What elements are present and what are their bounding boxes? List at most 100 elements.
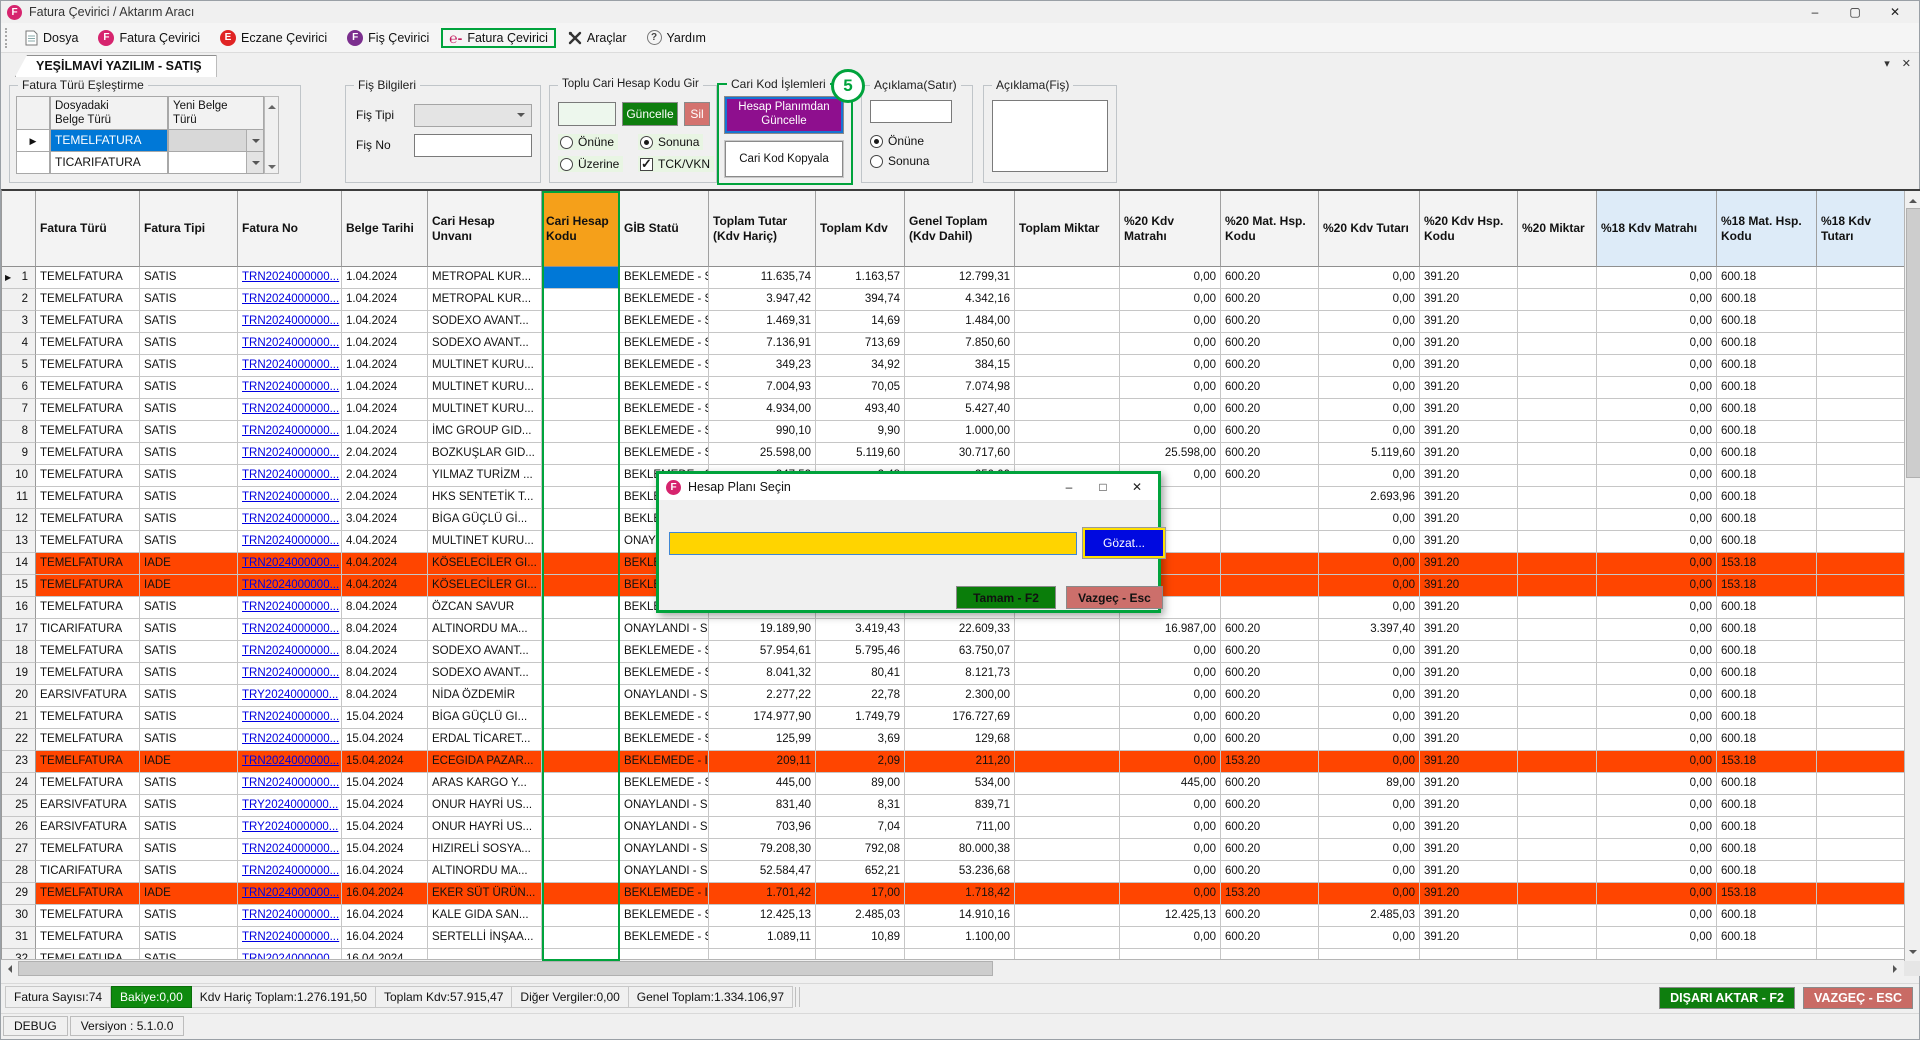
cell-m20[interactable]: 445,00: [1120, 773, 1221, 795]
cell-m18[interactable]: 0,00: [1597, 421, 1717, 443]
cell-turu[interactable]: TEMELFATURA: [36, 663, 140, 685]
cell-no[interactable]: TRN2024000000...: [238, 663, 342, 685]
cell-t20[interactable]: 0,00: [1319, 795, 1420, 817]
cell-mk18[interactable]: 600.18: [1717, 663, 1817, 685]
cell-t20[interactable]: 0,00: [1319, 421, 1420, 443]
cell-unvan[interactable]: METROPAL KUR...: [428, 267, 542, 289]
menu-item-eczane-evirici-2[interactable]: EEczane Çevirici: [212, 27, 335, 49]
cell-turu[interactable]: TEMELFATURA: [36, 487, 140, 509]
cell-m20[interactable]: 0,00: [1120, 663, 1221, 685]
cell-tipi[interactable]: SATIS: [140, 707, 238, 729]
cell-hk20[interactable]: 391.20: [1420, 443, 1518, 465]
cell-t20[interactable]: 0,00: [1319, 575, 1420, 597]
cell-mi20[interactable]: [1518, 619, 1597, 641]
cell-statu[interactable]: ONAYLANDI - S...: [620, 619, 709, 641]
cell-turu[interactable]: TICARIFATURA: [36, 861, 140, 883]
cell-m20[interactable]: 0,00: [1120, 377, 1221, 399]
cell-t18[interactable]: [1817, 905, 1905, 927]
column-header-no[interactable]: Fatura No: [238, 191, 342, 267]
cell-m20[interactable]: 12.425,13: [1120, 905, 1221, 927]
row-header-5[interactable]: 5: [2, 355, 36, 377]
cell-hk20[interactable]: 391.20: [1420, 773, 1518, 795]
cell-no[interactable]: TRN2024000000...: [238, 443, 342, 465]
cell-kod[interactable]: [542, 421, 620, 443]
cell-no[interactable]: TRN2024000000...: [238, 421, 342, 443]
cell-mk20[interactable]: 153.20: [1221, 883, 1319, 905]
cell-turu[interactable]: TEMELFATURA: [36, 905, 140, 927]
cell-hk20[interactable]: 391.20: [1420, 421, 1518, 443]
cell-genel[interactable]: 7.074,98: [905, 377, 1015, 399]
cell-tarih[interactable]: 16.04.2024: [342, 861, 428, 883]
column-header-turu[interactable]: Fatura Türü: [36, 191, 140, 267]
cell-m18[interactable]: 0,00: [1597, 597, 1717, 619]
cell-tipi[interactable]: SATIS: [140, 817, 238, 839]
cell-tipi[interactable]: SATIS: [140, 663, 238, 685]
cell-t20[interactable]: 0,00: [1319, 289, 1420, 311]
invoice-number-link[interactable]: TRN2024000000...: [242, 447, 339, 459]
cell-m18[interactable]: 0,00: [1597, 575, 1717, 597]
cell-mk18[interactable]: 600.18: [1717, 289, 1817, 311]
tab-close-icon[interactable]: ✕: [1902, 57, 1911, 70]
mapping-combo-1[interactable]: [168, 130, 264, 152]
row-header-11[interactable]: 11: [2, 487, 36, 509]
cell-mk18[interactable]: 600.18: [1717, 487, 1817, 509]
cell-mi20[interactable]: [1518, 487, 1597, 509]
cell-t20[interactable]: 0,00: [1319, 663, 1420, 685]
cell-m20[interactable]: 0,00: [1120, 883, 1221, 905]
cell-m18[interactable]: 0,00: [1597, 399, 1717, 421]
cell-m20[interactable]: 0,00: [1120, 861, 1221, 883]
cell-tarih[interactable]: 4.04.2024: [342, 531, 428, 553]
hesap-planimdan-guncelle-button[interactable]: Hesap Planımdan Güncelle: [725, 97, 843, 133]
aciklama-satir-input[interactable]: [870, 100, 952, 123]
cell-unvan[interactable]: SODEXO AVANT...: [428, 311, 542, 333]
cell-tipi[interactable]: IADE: [140, 751, 238, 773]
cell-mk18[interactable]: 600.18: [1717, 443, 1817, 465]
cell-tutar[interactable]: 19.189,90: [709, 619, 816, 641]
cell-t20[interactable]: 0,00: [1319, 597, 1420, 619]
cell-unvan[interactable]: HIZIRELİ SOSYA...: [428, 839, 542, 861]
guncelle-button[interactable]: Güncelle: [622, 102, 678, 126]
cell-unvan[interactable]: MULTINET KURU...: [428, 399, 542, 421]
cell-miktar[interactable]: [1015, 267, 1120, 289]
cell-no[interactable]: TRN2024000000...: [238, 355, 342, 377]
cell-no[interactable]: TRN2024000000...: [238, 619, 342, 641]
tamam-button[interactable]: Tamam - F2: [956, 586, 1056, 609]
cell-kod[interactable]: [542, 751, 620, 773]
cell-hk20[interactable]: 391.20: [1420, 311, 1518, 333]
cell-m18[interactable]: 0,00: [1597, 531, 1717, 553]
cell-no[interactable]: TRN2024000000...: [238, 553, 342, 575]
cell-hk20[interactable]: 391.20: [1420, 685, 1518, 707]
cell-unvan[interactable]: BİGA GÜÇLÜ Gİ...: [428, 509, 542, 531]
cell-unvan[interactable]: MULTINET KURU...: [428, 355, 542, 377]
cell-miktar[interactable]: [1015, 817, 1120, 839]
cell-turu[interactable]: TEMELFATURA: [36, 421, 140, 443]
cell-t18[interactable]: [1817, 311, 1905, 333]
column-header-genel[interactable]: Genel Toplam (Kdv Dahil): [905, 191, 1015, 267]
cell-turu[interactable]: TEMELFATURA: [36, 773, 140, 795]
cell-tipi[interactable]: SATIS: [140, 465, 238, 487]
cell-m20[interactable]: 0,00: [1120, 729, 1221, 751]
cell-mk20[interactable]: 600.20: [1221, 465, 1319, 487]
cell-tipi[interactable]: SATIS: [140, 443, 238, 465]
cell-hk20[interactable]: 391.20: [1420, 355, 1518, 377]
cell-unvan[interactable]: SODEXO AVANT...: [428, 663, 542, 685]
cell-kod[interactable]: [542, 707, 620, 729]
cell-mk20[interactable]: 600.20: [1221, 861, 1319, 883]
cell-mk20[interactable]: [1221, 509, 1319, 531]
cell-t18[interactable]: [1817, 377, 1905, 399]
cell-tipi[interactable]: SATIS: [140, 839, 238, 861]
cell-turu[interactable]: TEMELFATURA: [36, 399, 140, 421]
cell-no[interactable]: TRN2024000000...: [238, 729, 342, 751]
cell-genel[interactable]: 80.000,38: [905, 839, 1015, 861]
invoice-number-link[interactable]: TRN2024000000...: [242, 403, 339, 415]
cell-tipi[interactable]: SATIS: [140, 289, 238, 311]
cell-m18[interactable]: 0,00: [1597, 619, 1717, 641]
row-header-10[interactable]: 10: [2, 465, 36, 487]
column-header-tutar[interactable]: Toplam Tutar (Kdv Hariç): [709, 191, 816, 267]
cell-turu[interactable]: TEMELFATURA: [36, 883, 140, 905]
cell-kod[interactable]: [542, 619, 620, 641]
cell-turu[interactable]: TEMELFATURA: [36, 839, 140, 861]
cell-tipi[interactable]: IADE: [140, 883, 238, 905]
cell-tarih[interactable]: 1.04.2024: [342, 267, 428, 289]
row-header-27[interactable]: 27: [2, 839, 36, 861]
